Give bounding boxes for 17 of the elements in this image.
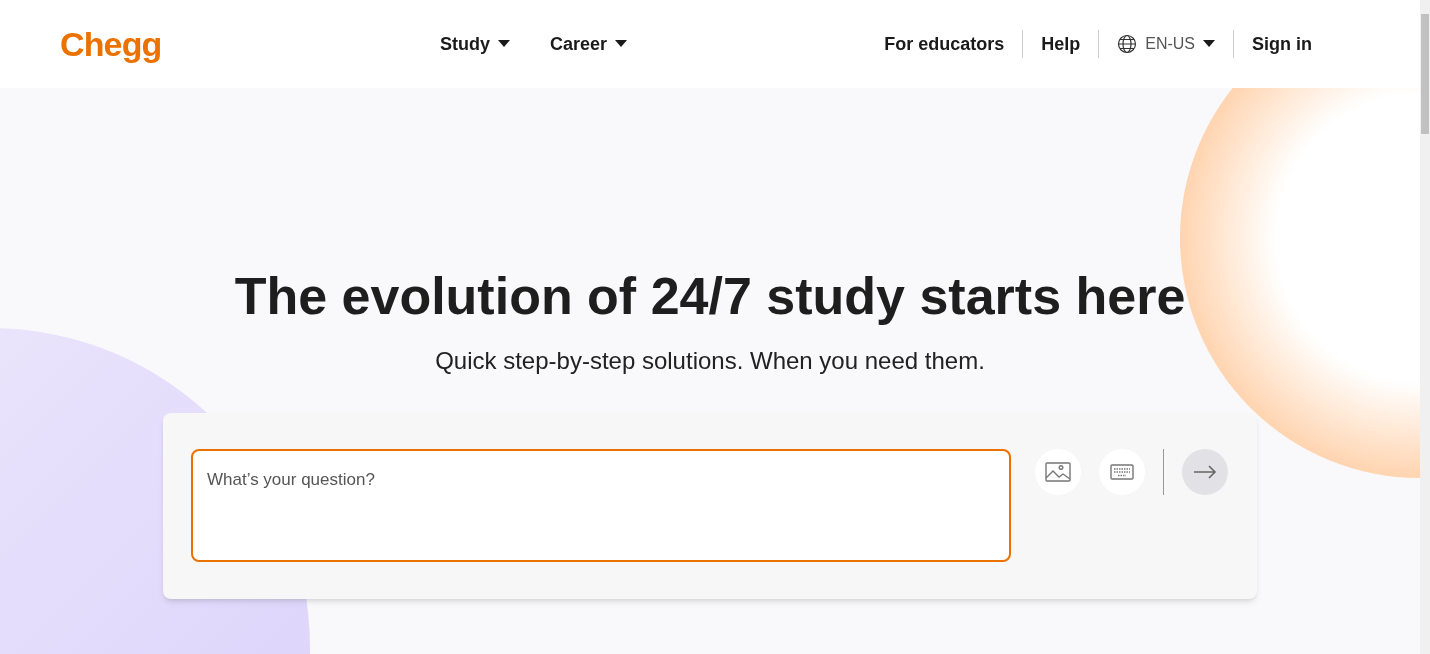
- nav-link[interactable]: For educators: [884, 30, 1005, 58]
- nav-link[interactable]: Sign in: [1252, 30, 1312, 58]
- globe-icon: [1117, 34, 1138, 54]
- submit-button[interactable]: [1182, 449, 1228, 495]
- image-upload-button[interactable]: [1035, 449, 1081, 495]
- hero-subtitle: Quick step-by-step solutions. When you need them.: [435, 346, 985, 376]
- keyboard-icon: [1110, 464, 1134, 480]
- nav-link[interactable]: Help: [1041, 30, 1081, 58]
- image-icon: [1045, 462, 1071, 482]
- hero-title: The evolution of 24/7 study starts here: [234, 266, 1186, 327]
- caret-icon: [1203, 40, 1215, 48]
- keyboard-button[interactable]: [1099, 449, 1145, 495]
- nav-menu[interactable]: Study: [440, 30, 510, 58]
- question-field[interactable]: What’s your question?: [191, 449, 1011, 562]
- arrow-right-icon: [1193, 465, 1217, 479]
- nav-menu[interactable]: Career: [550, 30, 628, 58]
- language-selector[interactable]: EN-US: [1117, 32, 1215, 56]
